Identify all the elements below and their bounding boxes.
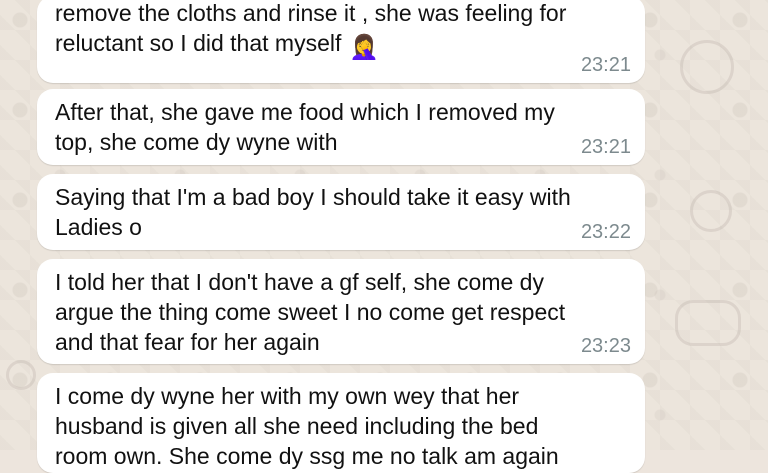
message-text: I told her that I don't have a gf self, … (55, 269, 566, 355)
message-bubble[interactable]: Saying that I'm a bad boy I should take … (37, 174, 645, 250)
message-time: 23:23 (580, 335, 631, 357)
message-text: I come dy wyne her with my own wey that … (55, 383, 559, 469)
message-bubble[interactable]: I told her that I don't have a gf self, … (37, 259, 645, 364)
message-text: remove the cloths and rinse it , she was… (55, 0, 567, 61)
facepalm-emoji-icon: 🤦‍♀️ (349, 34, 380, 61)
message-time: 23:21 (580, 136, 631, 158)
message-bubble[interactable]: I come dy wyne her with my own wey that … (37, 373, 645, 473)
message-time: 23:22 (580, 221, 631, 243)
message-time: 23:21 (580, 54, 631, 76)
message-bubble[interactable]: remove the cloths and rinse it , she was… (37, 0, 645, 83)
message-text: After that, she gave me food which I rem… (55, 99, 555, 155)
chat-message-list[interactable]: remove the cloths and rinse it , she was… (0, 0, 768, 473)
message-text: Saying that I'm a bad boy I should take … (55, 184, 571, 240)
message-bubble[interactable]: After that, she gave me food which I rem… (37, 89, 645, 165)
